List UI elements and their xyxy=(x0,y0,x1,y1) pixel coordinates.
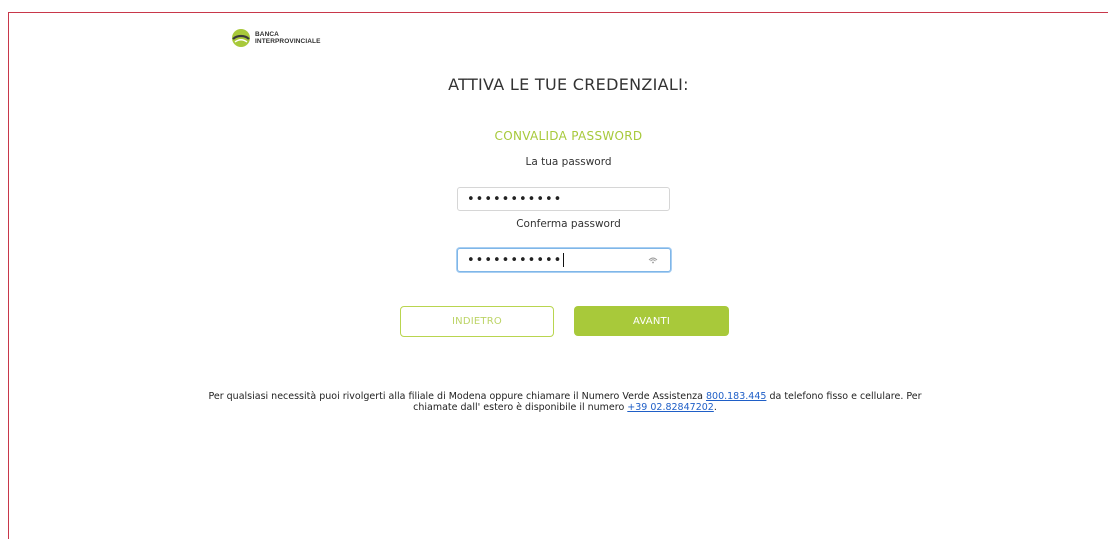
back-button[interactable]: INDIETRO xyxy=(400,306,554,337)
confirm-password-field[interactable]: ••••••••••• xyxy=(457,248,671,272)
bank-logo-icon xyxy=(232,29,250,47)
next-button[interactable]: AVANTI xyxy=(574,306,729,336)
password-label: La tua password xyxy=(525,156,612,168)
abroad-number-link[interactable]: +39 02.82847202 xyxy=(627,402,714,413)
section-subtitle: CONVALIDA PASSWORD xyxy=(494,129,643,143)
text-caret xyxy=(563,253,565,267)
footer-text-3: chiamate dall' estero è disponibile il n… xyxy=(413,402,628,413)
footer-text-4: . xyxy=(713,402,717,413)
page-title: ATTIVA LE TUE CREDENZIALI: xyxy=(448,75,689,94)
confirm-password-field-value: ••••••••••• xyxy=(467,252,563,268)
show-password-icon[interactable] xyxy=(648,256,658,264)
footer-help-text: Per qualsiasi necessità puoi rivolgerti … xyxy=(0,391,1108,413)
green-number-link[interactable]: 800.183.445 xyxy=(706,391,766,402)
footer-text-2: da telefono fisso e cellulare. Per xyxy=(766,391,922,402)
logo-line2: INTERPROVINCIALE xyxy=(255,38,321,45)
bank-logo-text: BANCA INTERPROVINCIALE xyxy=(255,31,321,45)
footer-text-1: Per qualsiasi necessità puoi rivolgerti … xyxy=(208,391,706,402)
password-field-value: ••••••••••• xyxy=(467,191,563,207)
confirm-password-label: Conferma password xyxy=(516,218,621,230)
password-field[interactable]: ••••••••••• xyxy=(457,187,670,211)
logo-line1: BANCA xyxy=(255,31,279,38)
bank-logo[interactable]: BANCA INTERPROVINCIALE xyxy=(231,27,321,49)
